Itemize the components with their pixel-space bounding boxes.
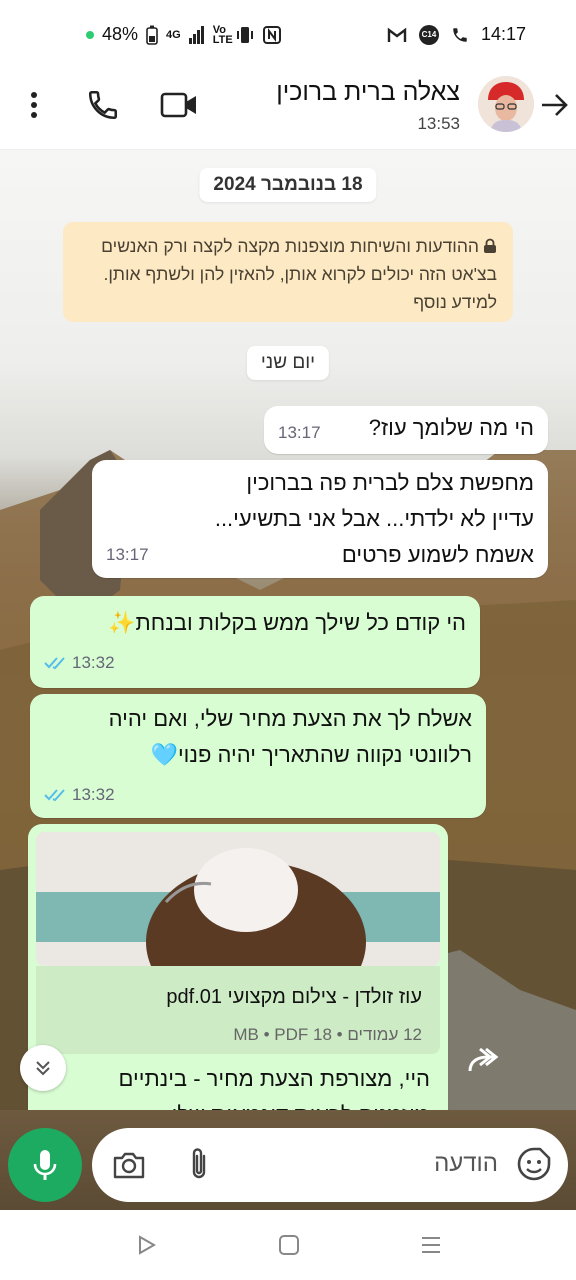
file-caption-line: היי, מצורפת הצעת מחיר - בינתיים — [118, 1066, 430, 1091]
call-status-icon — [453, 27, 467, 42]
document-thumbnail-icon — [36, 832, 440, 966]
nav-recents-icon[interactable] — [420, 1234, 442, 1256]
avatar[interactable] — [478, 76, 534, 132]
signal-icon — [188, 25, 204, 44]
avatar-photo-icon — [478, 76, 534, 132]
message-meta: 13:32 — [44, 780, 115, 810]
forward-icon[interactable] — [464, 1045, 504, 1077]
read-receipt-icon — [44, 789, 65, 802]
lock-icon — [484, 238, 496, 253]
message-time: 13:32 — [72, 653, 115, 672]
message-line: אשמח לשמוע פרטים — [341, 542, 534, 567]
nfc-icon — [262, 25, 281, 44]
message-text: הי מה שלומך עוז? — [368, 415, 534, 440]
more-options-icon[interactable] — [26, 90, 42, 120]
message-time: 13:17 — [278, 423, 321, 442]
message-meta: 13:32 — [44, 648, 115, 678]
nav-back-icon[interactable] — [136, 1234, 158, 1256]
status-left: 48% 4G Vo LTE — [86, 24, 281, 45]
microphone-icon — [33, 1150, 57, 1180]
file-preview-image[interactable] — [36, 832, 440, 966]
vibrate-icon — [236, 26, 253, 43]
contact-name[interactable]: צאלה ברית ברוכין — [276, 78, 460, 107]
message-line: מחפשת צלם לברית פה בברוכין — [246, 470, 534, 495]
sticker-icon[interactable] — [516, 1146, 552, 1182]
privacy-dot-icon — [86, 30, 94, 39]
message-text: הי קודם כל שילך ממש בקלות ובנחת✨ — [108, 610, 466, 635]
message-time: 13:32 — [72, 785, 115, 804]
status-bar: 48% 4G Vo LTE C14 14:17 — [0, 0, 576, 70]
chat-header: צאלה ברית ברוכין 13:53 — [0, 70, 576, 150]
channel-badge-icon: C14 — [418, 24, 439, 45]
battery-percent: 48% — [102, 24, 139, 44]
double-chevron-down-icon — [36, 1061, 50, 1076]
volte-label: Vo LTE — [212, 23, 233, 46]
date-chip: 18 בנובמבר 2024 — [199, 168, 377, 202]
chat-area[interactable]: 18 בנובמבר 2024 ההודעות והשיחות מוצפנות … — [0, 150, 576, 1110]
file-message[interactable]: עוז זולדן - צילום מקצועי pdf.01 12 עמודי… — [28, 824, 448, 1110]
message-line: אשלח לך את הצעת מחיר שלי, ואם יהיה — [108, 706, 472, 731]
camera-icon[interactable] — [112, 1150, 146, 1180]
message-outgoing[interactable]: אשלח לך את הצעת מחיר שלי, ואם יהיה רלוונ… — [30, 694, 486, 818]
encryption-notice[interactable]: ההודעות והשיחות מוצפנות מקצה לקצה ורק הא… — [63, 222, 513, 322]
status-right: C14 14:17 — [387, 24, 526, 45]
message-line: עדיין לא ילדתי... אבל אני בתשיעי... — [214, 506, 534, 531]
mic-button[interactable] — [8, 1128, 82, 1202]
file-name: עוז זולדן - צילום מקצועי pdf.01 — [166, 986, 422, 1008]
input-placeholder: הודעה — [434, 1150, 498, 1177]
file-caption-line: מוזמנים לראות דוגמאות שלי — [172, 1100, 430, 1110]
file-meta: 12 עמודים • 18 MB • PDF — [233, 1025, 422, 1044]
voice-call-icon[interactable] — [86, 88, 120, 122]
composer-bar: הודעה — [0, 1110, 576, 1210]
encryption-notice-text: ההודעות והשיחות מוצפנות מקצה לקצה ורק הא… — [101, 236, 497, 312]
gmail-icon — [387, 27, 407, 42]
message-line: רלוונטי נקווה שהתאריך יהיה פנוי🩵 — [150, 742, 472, 767]
nav-home-icon[interactable] — [278, 1234, 300, 1256]
message-incoming[interactable]: מחפשת צלם לברית פה בברוכין עדיין לא ילדת… — [92, 460, 548, 578]
message-outgoing[interactable]: הי קודם כל שילך ממש בקלות ובנחת✨ 13:32 — [30, 596, 480, 688]
message-incoming[interactable]: הי מה שלומך עוז? 13:17 — [264, 406, 548, 454]
back-arrow-icon[interactable] — [540, 92, 570, 118]
read-receipt-icon — [44, 657, 65, 670]
last-seen: 13:53 — [417, 114, 460, 133]
system-nav-bar — [0, 1210, 576, 1280]
video-call-icon[interactable] — [160, 90, 198, 120]
scroll-to-bottom-button[interactable] — [20, 1045, 66, 1091]
attach-icon[interactable] — [188, 1146, 210, 1182]
clock: 14:17 — [480, 24, 526, 44]
day-chip: יום שני — [246, 346, 330, 380]
network-type: 4G — [166, 28, 181, 41]
battery-icon — [146, 25, 158, 45]
message-time: 13:17 — [106, 545, 149, 564]
message-input[interactable]: הודעה — [92, 1128, 568, 1202]
